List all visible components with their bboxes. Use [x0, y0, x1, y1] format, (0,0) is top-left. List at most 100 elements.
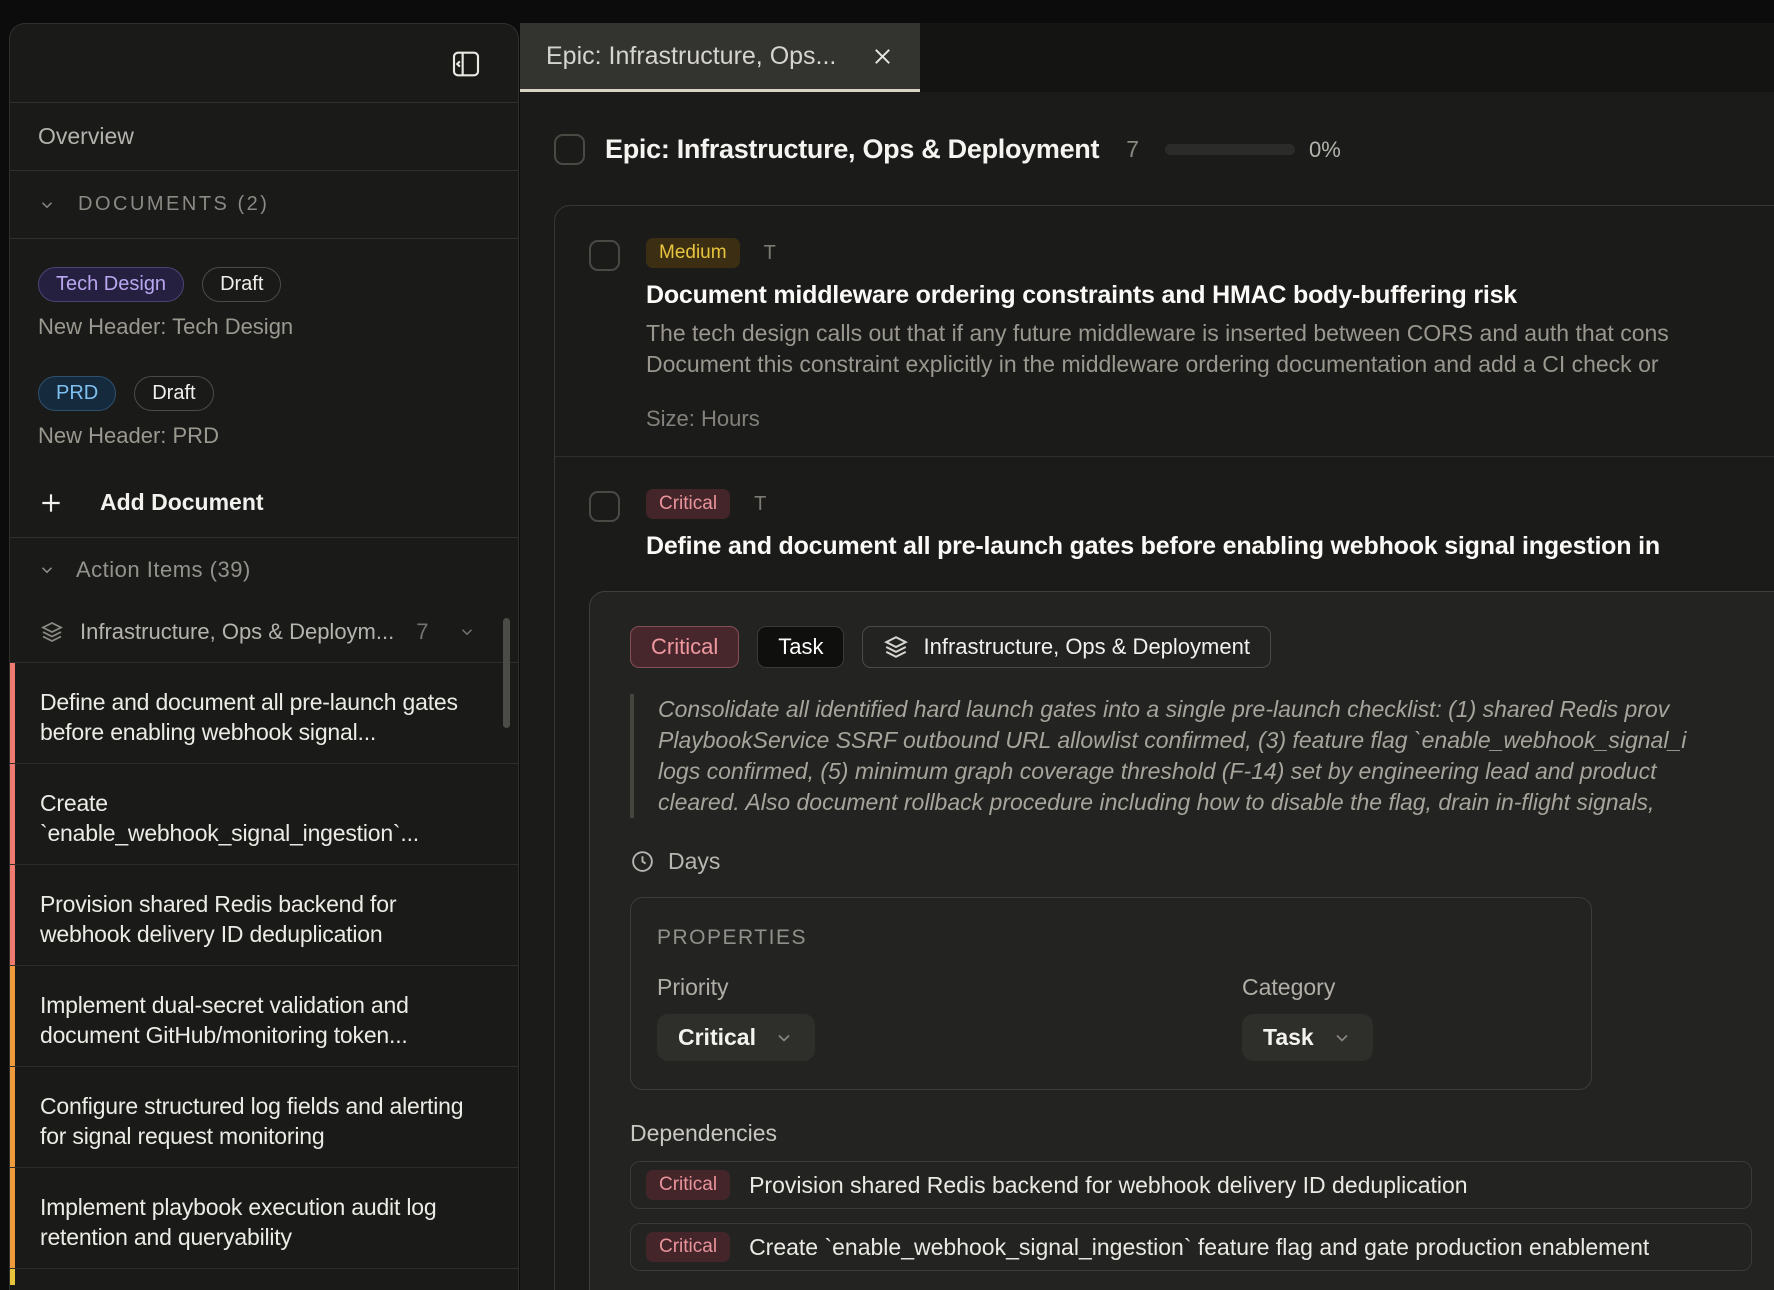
- documents-list: Tech Design Draft New Header: Tech Desig…: [10, 239, 518, 538]
- task-size-label: Size: Hours: [646, 406, 1774, 432]
- dependency-item[interactable]: Critical Provision shared Redis backend …: [630, 1161, 1752, 1209]
- doc-title[interactable]: New Header: Tech Design: [38, 314, 490, 340]
- document-item[interactable]: PRD Draft New Header: PRD: [38, 376, 490, 449]
- plus-icon: [38, 490, 64, 516]
- quote-line: Consolidate all identified hard launch g…: [658, 694, 1774, 725]
- action-item-label: Configure structured log fields and aler…: [40, 1091, 476, 1151]
- doc-type-badge: Tech Design: [38, 267, 184, 302]
- task-list-card: Medium T Document middleware ordering co…: [554, 205, 1774, 1290]
- type-chip[interactable]: Task: [757, 626, 844, 668]
- task-title[interactable]: Define and document all pre-launch gates…: [646, 532, 1774, 561]
- action-item-label: Implement playbook execution audit log r…: [40, 1192, 476, 1252]
- task-detail-panel: Critical Task Infrastructure, Ops & Depl…: [589, 591, 1774, 1290]
- tab-bar: Epic: Infrastructure, Ops...: [520, 23, 1774, 92]
- add-document-button[interactable]: Add Document: [38, 489, 490, 516]
- severity-bar: [10, 663, 15, 763]
- doc-title[interactable]: New Header: PRD: [38, 423, 490, 449]
- severity-bar: [10, 1168, 15, 1268]
- properties-box: PROPERTIES Priority Critical: [630, 897, 1592, 1090]
- task-row[interactable]: Critical T Define and document all pre-l…: [555, 457, 1774, 561]
- action-item[interactable]: Define and document all pre-launch gates…: [10, 662, 518, 763]
- category-label: Category: [1242, 974, 1373, 1001]
- sidebar: Overview DOCUMENTS (2) Tech Design Draft…: [9, 23, 519, 1290]
- action-item[interactable]: Implement dual-secret validation and doc…: [10, 965, 518, 1066]
- quote-line: PlaybookService SSRF outbound URL allowl…: [658, 725, 1774, 756]
- action-item-label: Create `enable_webhook_signal_ingestion`…: [40, 788, 476, 848]
- epic-progress-bar: [1165, 144, 1295, 155]
- dependency-priority-badge: Critical: [646, 1232, 730, 1262]
- action-item-partial[interactable]: [10, 1268, 518, 1285]
- priority-chip[interactable]: Critical: [630, 626, 739, 668]
- priority-dropdown[interactable]: Critical: [657, 1014, 815, 1061]
- priority-label: Priority: [657, 974, 1242, 1001]
- document-item[interactable]: Tech Design Draft New Header: Tech Desig…: [38, 267, 490, 340]
- task-row[interactable]: Medium T Document middleware ordering co…: [555, 206, 1774, 456]
- task-type-letter: T: [754, 493, 766, 516]
- category-dropdown[interactable]: Task: [1242, 1014, 1373, 1061]
- severity-bar: [10, 865, 15, 965]
- action-items-group[interactable]: Infrastructure, Ops & Deploym... 7: [10, 602, 518, 662]
- task-checkbox[interactable]: [589, 491, 620, 522]
- task-description-line: Document this constraint explicitly in t…: [646, 349, 1774, 380]
- task-description: The tech design calls out that if any fu…: [646, 318, 1774, 380]
- category-dropdown-value: Task: [1263, 1024, 1314, 1051]
- quote-line: logs confirmed, (5) minimum graph covera…: [658, 756, 1774, 787]
- task-checkbox[interactable]: [589, 240, 620, 271]
- main-panel: Epic: Infrastructure, Ops... Epic: Infra…: [520, 23, 1774, 1290]
- tab-label: Epic: Infrastructure, Ops...: [546, 42, 851, 71]
- action-item-label: Provision shared Redis backend for webho…: [40, 889, 476, 949]
- task-type-letter: T: [764, 242, 776, 265]
- action-item[interactable]: Configure structured log fields and aler…: [10, 1066, 518, 1167]
- tab-epic[interactable]: Epic: Infrastructure, Ops...: [520, 23, 920, 92]
- chevron-down-icon: [1332, 1028, 1352, 1048]
- task-description-line: The tech design calls out that if any fu…: [646, 318, 1774, 349]
- epic-checkbox[interactable]: [554, 134, 585, 165]
- category-chip-label: Infrastructure, Ops & Deployment: [923, 634, 1249, 660]
- action-item[interactable]: Implement playbook execution audit log r…: [10, 1167, 518, 1268]
- layers-icon: [883, 634, 909, 660]
- layers-icon: [40, 620, 64, 644]
- group-count: 7: [416, 619, 428, 645]
- task-quote-description: Consolidate all identified hard launch g…: [630, 694, 1774, 818]
- action-items-header-label: Action Items (39): [76, 557, 251, 583]
- epic-header: Epic: Infrastructure, Ops & Deployment 7…: [554, 134, 1774, 165]
- dependencies-header: Dependencies: [630, 1120, 1774, 1147]
- action-item[interactable]: Provision shared Redis backend for webho…: [10, 864, 518, 965]
- epic-content: Epic: Infrastructure, Ops & Deployment 7…: [520, 134, 1774, 1290]
- severity-bar: [10, 764, 15, 864]
- documents-section-header[interactable]: DOCUMENTS (2): [10, 171, 518, 239]
- epic-title: Epic: Infrastructure, Ops & Deployment: [605, 134, 1099, 165]
- collapse-sidebar-button[interactable]: [450, 48, 482, 80]
- epic-task-count: 7: [1126, 136, 1139, 163]
- add-document-label: Add Document: [100, 489, 264, 516]
- dependencies-section: Dependencies Critical Provision shared R…: [630, 1120, 1774, 1271]
- dependency-text: Provision shared Redis backend for webho…: [749, 1172, 1468, 1199]
- category-chip[interactable]: Infrastructure, Ops & Deployment: [862, 626, 1270, 668]
- chevron-down-icon: [774, 1028, 794, 1048]
- chevron-down-icon: [38, 196, 56, 214]
- chevron-down-icon: [38, 561, 56, 579]
- effort-label: Days: [668, 848, 720, 875]
- quote-line: cleared. Also document rollback procedur…: [658, 787, 1774, 818]
- documents-header-label: DOCUMENTS (2): [78, 193, 269, 216]
- dependency-item[interactable]: Critical Create `enable_webhook_signal_i…: [630, 1223, 1752, 1271]
- task-title[interactable]: Document middleware ordering constraints…: [646, 281, 1774, 310]
- properties-header: PROPERTIES: [657, 926, 1565, 950]
- severity-bar: [10, 1067, 15, 1167]
- group-label: Infrastructure, Ops & Deploym...: [80, 619, 394, 645]
- chevron-down-icon[interactable]: [458, 623, 476, 641]
- doc-type-badge: PRD: [38, 376, 116, 411]
- action-item[interactable]: Create `enable_webhook_signal_ingestion`…: [10, 763, 518, 864]
- sidebar-scrollbar-thumb[interactable]: [503, 618, 510, 728]
- sidebar-item-overview[interactable]: Overview: [10, 103, 518, 171]
- action-item-label: Implement dual-secret validation and doc…: [40, 990, 476, 1050]
- detail-chips: Critical Task Infrastructure, Ops & Depl…: [630, 626, 1774, 668]
- priority-dropdown-value: Critical: [678, 1024, 756, 1051]
- action-items-section-header[interactable]: Action Items (39): [10, 538, 518, 602]
- severity-bar: [10, 1269, 15, 1285]
- dependency-priority-badge: Critical: [646, 1170, 730, 1200]
- action-item-label: Define and document all pre-launch gates…: [40, 687, 476, 747]
- priority-badge: Critical: [646, 489, 730, 519]
- close-icon[interactable]: [871, 45, 894, 68]
- dependency-text: Create `enable_webhook_signal_ingestion`…: [749, 1234, 1649, 1261]
